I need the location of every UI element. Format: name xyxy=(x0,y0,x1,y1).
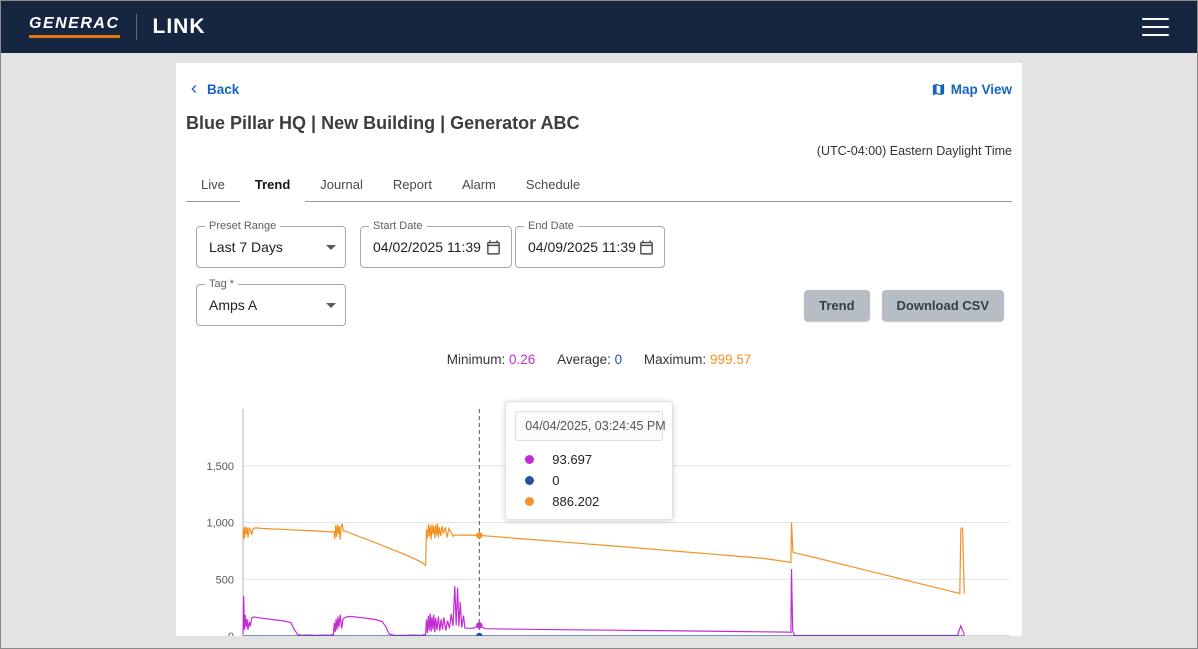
top-links-row: Back Map View xyxy=(186,81,1012,97)
stat-average-label: Average: xyxy=(557,352,611,367)
filter-row-tag: Tag * Amps A Trend Download CSV xyxy=(196,284,1004,326)
y-axis-tick: 0 xyxy=(228,631,234,636)
preset-range-select[interactable]: Preset Range Last 7 Days xyxy=(196,226,346,268)
back-button[interactable]: Back xyxy=(186,81,239,97)
tooltip-row: 886.202 xyxy=(515,488,663,509)
stats-summary: Minimum: 0.26 Average: 0 Maximum: 999.57 xyxy=(186,352,1012,367)
tooltip-row: 0 xyxy=(515,467,663,488)
hamburger-bar xyxy=(1142,34,1169,36)
stat-minimum-value: 0.26 xyxy=(509,352,535,367)
tab-schedule[interactable]: Schedule xyxy=(511,168,595,201)
top-navigation-bar: GENERAC LINK xyxy=(1,1,1197,53)
tab-report[interactable]: Report xyxy=(378,168,447,201)
stat-average-value: 0 xyxy=(615,352,623,367)
blue-series-dot-icon xyxy=(525,476,534,485)
generac-logo-text: GENERAC xyxy=(29,16,120,32)
tooltip-value-magenta: 93.697 xyxy=(552,452,592,467)
cursor-dot xyxy=(476,622,482,628)
end-date-value: 04/09/2025 11:39 xyxy=(528,239,638,255)
brand-divider xyxy=(136,14,137,40)
preset-range-label: Preset Range xyxy=(205,220,280,232)
filter-row-dates: Preset Range Last 7 Days Start Date 04/0… xyxy=(196,226,1004,268)
timezone-label: (UTC-04:00) Eastern Daylight Time xyxy=(186,144,1012,158)
filters-section: Preset Range Last 7 Days Start Date 04/0… xyxy=(196,226,1004,326)
tab-bar: Live Trend Journal Report Alarm Schedule xyxy=(186,168,1012,202)
orange-series-dot-icon xyxy=(525,497,534,506)
start-date-label: Start Date xyxy=(369,220,427,232)
map-view-button[interactable]: Map View xyxy=(931,82,1012,97)
y-axis-tick: 500 xyxy=(216,574,234,586)
tooltip-timestamp: 04/04/2025, 03:24:45 PM xyxy=(515,411,663,441)
chevron-left-icon xyxy=(186,81,202,97)
page-title: Blue Pillar HQ | New Building | Generato… xyxy=(186,113,1012,134)
preset-range-value: Last 7 Days xyxy=(209,239,320,255)
start-date-input[interactable]: Start Date 04/02/2025 11:39 xyxy=(360,226,512,268)
tab-alarm[interactable]: Alarm xyxy=(447,168,511,201)
app-window: GENERAC LINK Back Map View Blue Pillar H… xyxy=(0,0,1198,649)
y-axis-tick: 1,000 xyxy=(206,518,234,530)
stat-maximum-label: Maximum: xyxy=(644,352,706,367)
hamburger-bar xyxy=(1142,18,1169,20)
generac-logo-underline xyxy=(29,35,120,38)
magenta-series-dot-icon xyxy=(525,455,534,464)
hamburger-bar xyxy=(1142,26,1169,28)
back-label: Back xyxy=(207,82,239,97)
trend-chart: 05001,0001,50012 PM04/0312 PM04/0412 PM0… xyxy=(186,401,1012,636)
stat-minimum-label: Minimum: xyxy=(447,352,506,367)
tab-trend[interactable]: Trend xyxy=(240,168,305,201)
tab-journal[interactable]: Journal xyxy=(305,168,378,201)
cursor-dot xyxy=(476,633,482,636)
chart-tooltip: 04/04/2025, 03:24:45 PM 93.697 0 886.202 xyxy=(505,401,673,520)
tag-select[interactable]: Tag * Amps A xyxy=(196,284,346,326)
main-content-card: Back Map View Blue Pillar HQ | New Build… xyxy=(176,63,1022,636)
tooltip-value-orange: 886.202 xyxy=(552,494,599,509)
end-date-input[interactable]: End Date 04/09/2025 11:39 xyxy=(515,226,665,268)
tab-live[interactable]: Live xyxy=(186,168,240,201)
stat-maximum-value: 999.57 xyxy=(710,352,751,367)
trend-button[interactable]: Trend xyxy=(804,290,869,321)
chevron-down-icon xyxy=(326,245,336,250)
hamburger-menu-icon[interactable] xyxy=(1142,8,1169,46)
calendar-icon[interactable] xyxy=(485,239,502,256)
series-amps-a-orange xyxy=(243,523,964,594)
map-view-label: Map View xyxy=(951,82,1012,97)
action-buttons: Trend Download CSV xyxy=(804,290,1004,321)
tag-value: Amps A xyxy=(209,297,320,313)
download-csv-button[interactable]: Download CSV xyxy=(882,290,1004,321)
generac-logo: GENERAC xyxy=(29,16,120,38)
calendar-icon[interactable] xyxy=(638,239,655,256)
product-name: LINK xyxy=(153,15,206,39)
y-axis-tick: 1,500 xyxy=(206,461,234,473)
tag-label: Tag * xyxy=(205,278,238,290)
chevron-down-icon xyxy=(326,303,336,308)
tooltip-value-blue: 0 xyxy=(552,473,559,488)
start-date-value: 04/02/2025 11:39 xyxy=(373,239,485,255)
tooltip-row: 93.697 xyxy=(515,446,663,467)
cursor-dot xyxy=(476,532,482,538)
end-date-label: End Date xyxy=(524,220,578,232)
map-icon xyxy=(931,82,946,97)
